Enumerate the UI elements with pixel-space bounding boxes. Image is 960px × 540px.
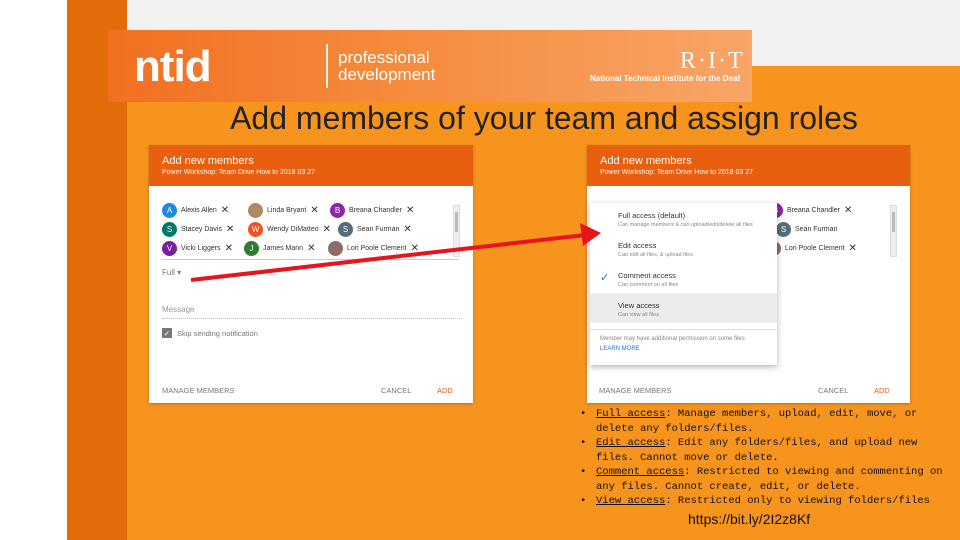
bullet-term: Comment access — [596, 466, 685, 478]
access-level-list: Full access: Manage members, upload, edi… — [580, 407, 955, 509]
bullet-item: Full access: Manage members, upload, edi… — [580, 407, 955, 436]
bullet-term: View access — [596, 495, 666, 507]
bullet-item: View access: Restricted only to viewing … — [580, 494, 955, 509]
bullet-item: Comment access: Restricted to viewing an… — [580, 465, 955, 494]
bullet-term: Edit access — [596, 437, 666, 449]
arrow-shaft — [190, 233, 586, 282]
reference-link[interactable]: https://bit.ly/2I2z8Kf — [688, 511, 810, 527]
bullet-term: Full access — [596, 408, 666, 420]
bullet-text: : Restricted only to viewing folders/fil… — [665, 495, 930, 507]
arrow-head — [580, 223, 601, 246]
bullet-item: Edit access: Edit any folders/files, and… — [580, 436, 955, 465]
